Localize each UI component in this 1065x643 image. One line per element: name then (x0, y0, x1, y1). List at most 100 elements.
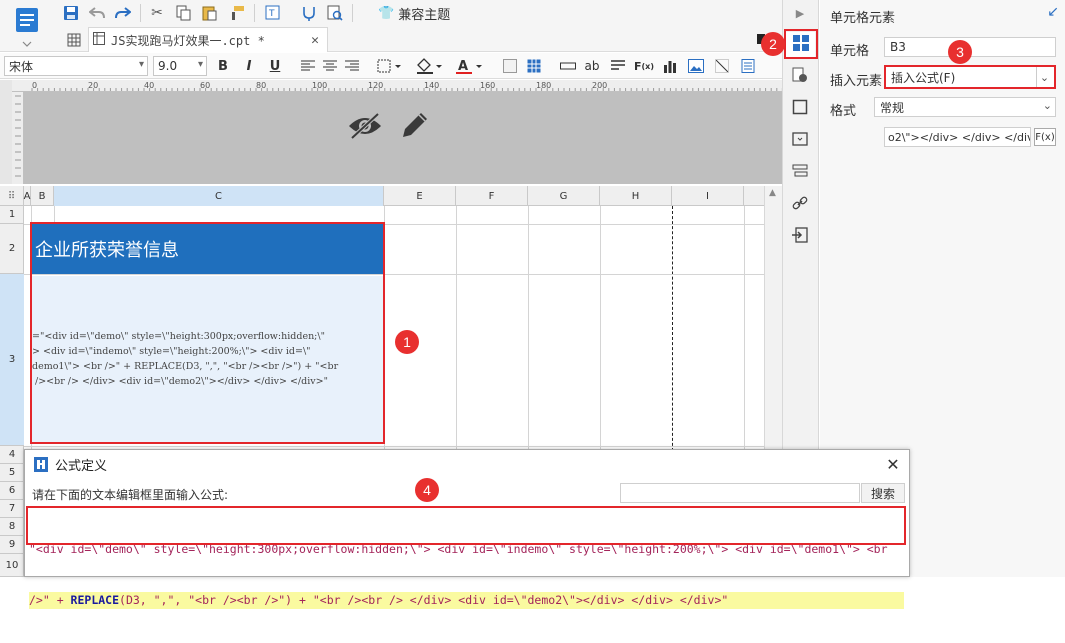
align-left-icon[interactable] (298, 57, 318, 75)
row-header-5[interactable]: 5 (0, 464, 24, 482)
underline-button[interactable]: U (265, 57, 285, 75)
insert-element-label: 插入元素 (830, 74, 883, 89)
chevron-down-icon[interactable]: ⌄ (1043, 99, 1052, 112)
wrap-text-icon[interactable] (608, 57, 628, 75)
row-header-2[interactable]: 2 (0, 224, 24, 274)
undo-icon[interactable] (86, 3, 108, 23)
widget-icon[interactable] (789, 128, 811, 150)
row-header: 1 2 3 4 5 6 7 8 9 10 (0, 206, 24, 577)
ruler-tick-label: 0 (32, 81, 37, 90)
collapse-panel-icon[interactable]: ↙ (1047, 4, 1059, 20)
col-header-f[interactable]: F (456, 186, 528, 206)
chevron-down-icon: ▾ (138, 59, 144, 70)
copy-icon[interactable] (172, 3, 194, 23)
shirt-icon: 👕 (378, 5, 395, 21)
horizontal-ruler: 0 20 40 60 80 100 120 140 160 180 200 (12, 80, 782, 92)
format-label: 格式 (830, 104, 857, 119)
merge-icon[interactable] (558, 57, 578, 75)
svg-text:T: T (268, 9, 275, 19)
bold-button[interactable]: B (213, 57, 233, 75)
ruler-tick-label: 140 (424, 81, 439, 90)
svg-text:A: A (458, 59, 468, 74)
callout-badge-1: 1 (395, 330, 419, 354)
hyperlink-icon[interactable] (789, 192, 811, 214)
tab-file[interactable]: JS实现跑马灯效果一.cpt * ✕ (88, 27, 328, 52)
cell-bg-icon[interactable] (500, 57, 520, 75)
save-icon[interactable] (60, 3, 82, 23)
paste-icon[interactable] (198, 3, 220, 23)
row-header-6[interactable]: 6 (0, 482, 24, 500)
col-header-i[interactable]: I (672, 186, 744, 206)
callout-badge-4: 4 (415, 478, 439, 502)
italic-button[interactable]: I (239, 57, 259, 75)
select-all-icon[interactable]: ⠿ (0, 186, 24, 206)
image-icon[interactable] (686, 57, 706, 75)
eye-slash-icon[interactable] (347, 110, 383, 142)
row-header-10[interactable]: 10 (0, 554, 24, 577)
ruler-tick-label: 180 (536, 81, 551, 90)
row-header-8[interactable]: 8 (0, 518, 24, 536)
format-select[interactable]: 常规 ⌄ (874, 97, 1056, 117)
row-header-9[interactable]: 9 (0, 536, 24, 554)
plugin-icon[interactable] (298, 3, 320, 23)
table-icon[interactable] (524, 57, 544, 75)
app-menu-icon[interactable] (8, 2, 46, 48)
col-header-c[interactable]: C (54, 186, 384, 206)
redo-icon[interactable] (112, 3, 134, 23)
preview-icon[interactable] (324, 3, 346, 23)
tab-highlight-box (784, 29, 818, 59)
compat-theme-button[interactable]: 👕 兼容主题 (378, 3, 450, 23)
grid-view-icon[interactable] (64, 30, 84, 50)
cell-highlight-box (30, 222, 385, 444)
col-header-h[interactable]: H (600, 186, 672, 206)
subreport-icon[interactable] (738, 57, 758, 75)
col-header-a[interactable]: A (24, 186, 31, 206)
expand-arrow-icon[interactable]: ▶ (789, 2, 811, 24)
font-size-select[interactable]: 9.0 ▾ (153, 56, 207, 76)
ruler-tick-label: 40 (144, 81, 154, 90)
search-button[interactable]: 搜索 (861, 483, 905, 503)
col-header-b[interactable]: B (31, 186, 54, 206)
insert-highlight-box (884, 65, 1056, 89)
font-color-icon[interactable]: A (452, 57, 486, 75)
cell-attr-icon[interactable] (789, 64, 811, 86)
row-header-4[interactable]: 4 (0, 446, 24, 464)
callout-badge-2: 2 (761, 32, 785, 56)
text-search-icon[interactable]: T (262, 3, 284, 23)
text-type-icon[interactable]: ab (582, 57, 602, 75)
condition-icon[interactable] (789, 160, 811, 182)
vertical-scrollbar[interactable]: ▲ (764, 186, 782, 456)
panel-title: 单元格元素 (830, 11, 896, 26)
col-header-e[interactable]: E (384, 186, 456, 206)
dialog-close-icon[interactable]: ✕ (883, 454, 903, 474)
align-center-icon[interactable] (320, 57, 340, 75)
row-header-1[interactable]: 1 (0, 206, 24, 224)
col-header-g[interactable]: G (528, 186, 600, 206)
vertical-ruler (12, 92, 24, 184)
dialog-title: 公式定义 (55, 458, 108, 474)
function-search-input[interactable] (620, 483, 860, 503)
formula-preview-field[interactable]: o2\"></div> </div> </div>" (884, 127, 1031, 147)
formula-edit-button[interactable]: F(x) (1034, 128, 1056, 146)
formula-fx-icon[interactable]: F (x) (634, 57, 654, 75)
import-icon[interactable] (789, 224, 811, 246)
pencil-icon[interactable] (398, 108, 432, 142)
row-header-3[interactable]: 3 (0, 274, 24, 446)
ruler-tick-label: 160 (480, 81, 495, 90)
style-box-icon[interactable] (789, 96, 811, 118)
row-header-7[interactable]: 7 (0, 500, 24, 518)
column-header: ⠿ A B C E F G H I (0, 186, 764, 206)
fill-color-icon[interactable] (412, 57, 446, 75)
formula-dialog: 公式定义 ✕ 请在下面的文本编辑框里面输入公式: 搜索 4 "<div id=\… (24, 449, 910, 609)
slash-icon[interactable] (712, 57, 732, 75)
scroll-up-icon[interactable]: ▲ (769, 188, 776, 198)
align-right-icon[interactable] (342, 57, 362, 75)
close-tab-icon[interactable]: ✕ (311, 33, 319, 48)
callout-badge-3: 3 (948, 40, 972, 64)
border-icon[interactable] (374, 57, 406, 75)
font-family-select[interactable]: 宋体 ▾ (4, 56, 148, 76)
chart-icon[interactable] (660, 57, 680, 75)
ruler-tick-label: 60 (200, 81, 210, 90)
format-painter-icon[interactable] (226, 3, 248, 23)
cut-icon[interactable]: ✂ (146, 3, 168, 23)
